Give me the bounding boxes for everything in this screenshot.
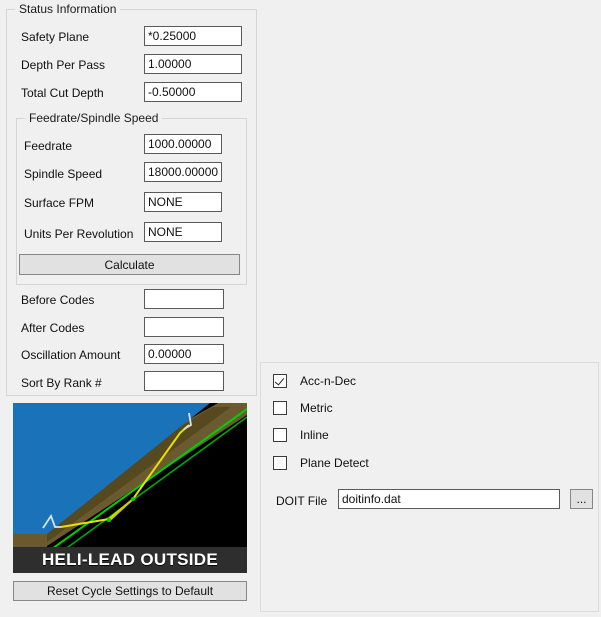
depth-per-pass-input[interactable]: 1.00000 [144,54,242,74]
before-codes-label: Before Codes [21,293,95,307]
oscillation-amount-label: Oscillation Amount [21,348,121,362]
units-per-revolution-input[interactable]: NONE [144,222,222,242]
feedrate-spindle-speed-group-label: Feedrate/Spindle Speed [25,111,163,125]
checkbox-plane-detect[interactable]: Plane Detect [273,455,369,471]
depth-per-pass-label: Depth Per Pass [21,58,106,72]
inline-checkbox-box[interactable] [273,428,287,442]
plane-detect-checkbox-box[interactable] [273,456,287,470]
units-per-revolution-label: Units Per Revolution [24,227,134,241]
feedrate-input[interactable]: 1000.00000 [144,134,222,154]
toolpath-preview-image: HELI-LEAD OUTSIDE [13,403,247,573]
doit-file-input[interactable]: doitinfo.dat [338,489,560,509]
calculate-button[interactable]: Calculate [19,254,240,275]
checkbox-inline[interactable]: Inline [273,427,329,443]
metric-label: Metric [300,401,333,415]
after-codes-input[interactable] [144,317,224,337]
safety-plane-label: Safety Plane [21,30,90,44]
after-codes-label: After Codes [21,321,85,335]
inline-label: Inline [300,428,329,442]
sort-by-rank-input[interactable] [144,371,224,391]
preview-caption-label: HELI-LEAD OUTSIDE [13,547,247,573]
acc-n-dec-checkbox-box[interactable] [273,374,287,388]
status-information-group-label: Status Information [15,2,121,16]
doit-file-browse-button[interactable]: ... [570,489,593,509]
spindle-speed-input[interactable]: 18000.00000 [144,162,222,182]
acc-n-dec-label: Acc-n-Dec [300,374,357,388]
checkbox-acc-n-dec[interactable]: Acc-n-Dec [273,373,356,389]
surface-fpm-label: Surface FPM [24,196,95,210]
plane-detect-label: Plane Detect [300,456,369,470]
spindle-speed-label: Spindle Speed [24,167,103,181]
doit-file-label: DOIT File [276,494,328,508]
feedrate-label: Feedrate [24,139,73,153]
surface-fpm-input[interactable]: NONE [144,192,222,212]
total-cut-depth-label: Total Cut Depth [21,86,104,100]
before-codes-input[interactable] [144,289,224,309]
safety-plane-input[interactable]: *0.25000 [144,26,242,46]
metric-checkbox-box[interactable] [273,401,287,415]
sort-by-rank-label: Sort By Rank # [21,376,102,390]
total-cut-depth-input[interactable]: -0.50000 [144,82,242,102]
reset-cycle-settings-button[interactable]: Reset Cycle Settings to Default [13,581,247,601]
oscillation-amount-input[interactable]: 0.00000 [144,344,224,364]
checkbox-metric[interactable]: Metric [273,400,333,416]
